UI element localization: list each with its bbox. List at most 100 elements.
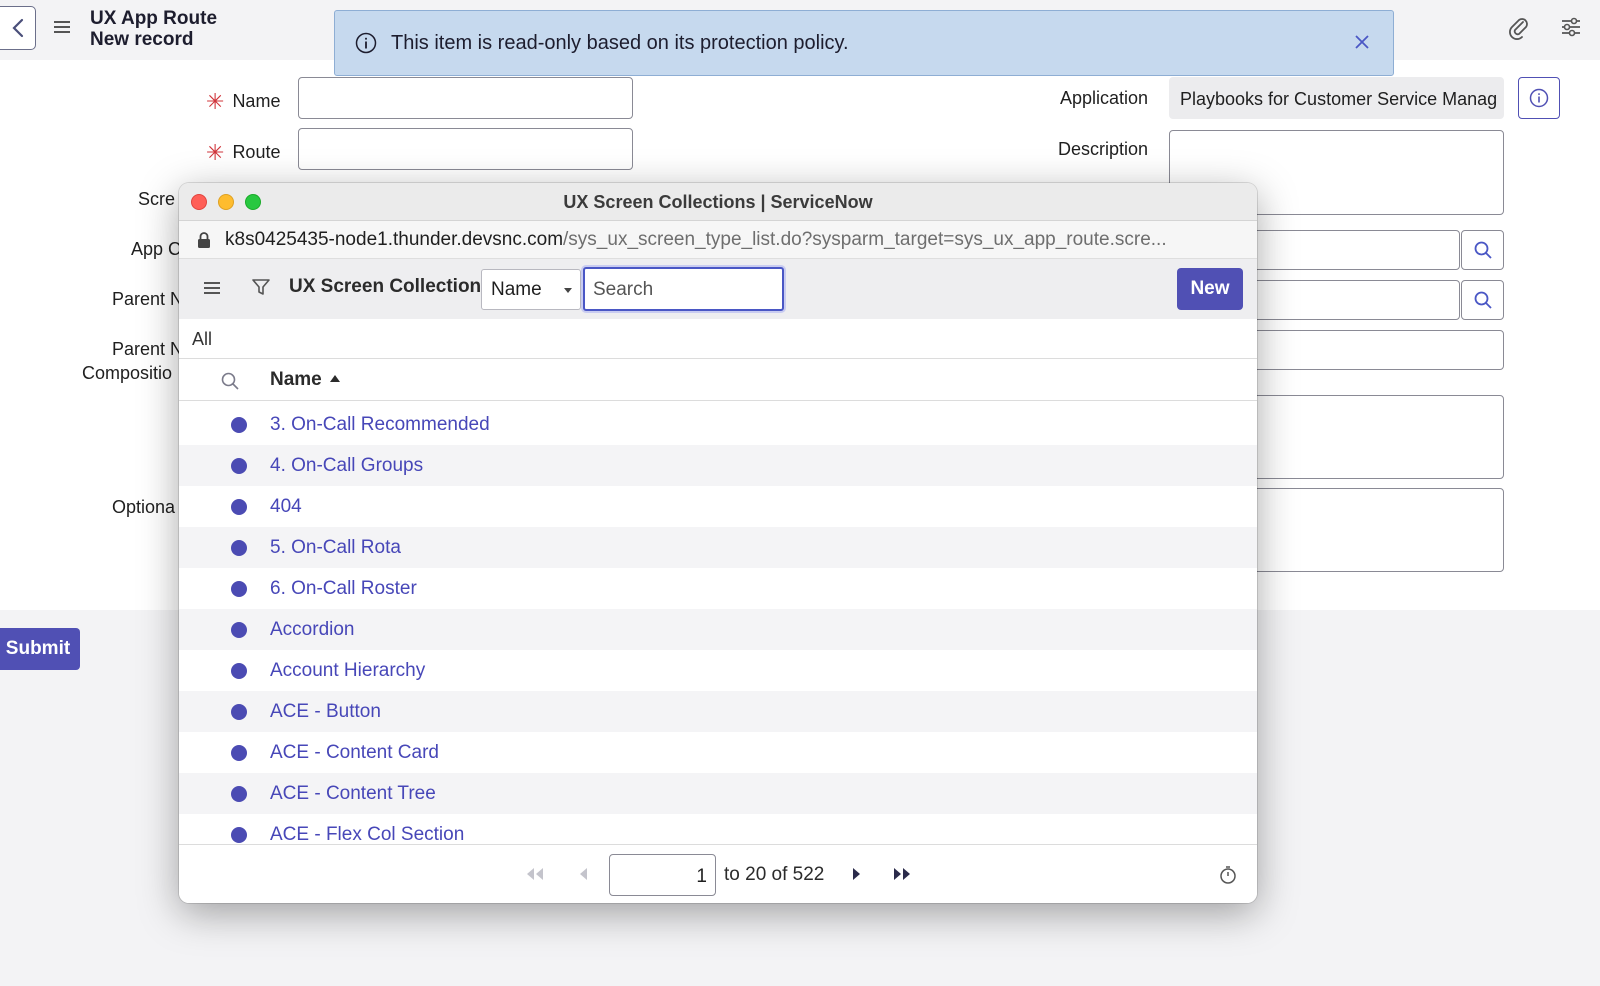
- filter-icon[interactable]: [251, 277, 271, 297]
- optional-textarea[interactable]: [1240, 488, 1504, 572]
- record-preview-icon[interactable]: [231, 704, 247, 720]
- record-preview-icon[interactable]: [231, 581, 247, 597]
- row-name-link[interactable]: ACE - Content Tree: [270, 783, 436, 805]
- alert-message: This item is read-only based on its prot…: [391, 31, 849, 54]
- route-field[interactable]: [298, 128, 633, 170]
- application-field: Playbooks for Customer Service Manag: [1169, 77, 1504, 119]
- popup-window: UX Screen Collections | ServiceNow k8s04…: [179, 183, 1257, 903]
- record-preview-icon[interactable]: [231, 417, 247, 433]
- window-title: UX Screen Collections | ServiceNow: [563, 192, 873, 212]
- parent-macroponent-composition-field[interactable]: [1240, 330, 1504, 370]
- first-page-icon[interactable]: [526, 867, 544, 881]
- row-name-link[interactable]: ACE - Content Card: [270, 742, 439, 764]
- record-subtitle: New record: [90, 29, 194, 50]
- table-row[interactable]: ACE - Content Card: [179, 732, 1257, 773]
- page-number-input[interactable]: 1: [609, 854, 716, 896]
- record-preview-icon[interactable]: [231, 499, 247, 515]
- list-toolbar: UX Screen Collections Name Search New: [179, 259, 1257, 319]
- record-preview-icon[interactable]: [231, 827, 247, 843]
- paperclip-icon[interactable]: [1508, 16, 1530, 40]
- search-icon: [1474, 241, 1492, 259]
- header-actions: [1508, 16, 1582, 40]
- column-header-name[interactable]: Name: [270, 369, 340, 391]
- record-preview-icon[interactable]: [231, 663, 247, 679]
- chevron-down-icon: [564, 288, 572, 293]
- previous-page-icon[interactable]: [578, 867, 588, 881]
- route-label: ✳ Route: [206, 140, 281, 165]
- parent-field[interactable]: [1240, 280, 1460, 320]
- url-bar[interactable]: k8s0425435-node1.thunder.devsnc.com/sys_…: [179, 221, 1257, 259]
- description-label: Description: [1058, 139, 1149, 159]
- last-page-icon[interactable]: [893, 867, 911, 881]
- list-title: UX Screen Collections: [289, 276, 492, 297]
- optional-label: Optiona: [112, 497, 176, 517]
- pagination-footer: 1 to 20 of 522: [179, 844, 1257, 903]
- composition-textarea[interactable]: [1240, 395, 1504, 479]
- table-row[interactable]: 4. On-Call Groups: [179, 445, 1257, 486]
- back-button[interactable]: [0, 6, 36, 50]
- app-config-lookup-button[interactable]: [1461, 230, 1504, 270]
- record-preview-icon[interactable]: [231, 622, 247, 638]
- search-icon: [1474, 291, 1492, 309]
- record-preview-icon[interactable]: [231, 786, 247, 802]
- next-page-icon[interactable]: [852, 867, 862, 881]
- search-field-select-value: Name: [491, 279, 542, 300]
- info-button[interactable]: [1518, 77, 1560, 119]
- search-field-select[interactable]: Name: [481, 269, 581, 310]
- row-name-link[interactable]: 6. On-Call Roster: [270, 578, 417, 600]
- hamburger-icon[interactable]: [54, 20, 70, 34]
- chevron-left-icon: [12, 18, 24, 38]
- application-label: Application: [1060, 88, 1149, 108]
- info-icon: [355, 32, 377, 54]
- app-config-field[interactable]: [1240, 230, 1460, 270]
- search-input[interactable]: Search: [583, 267, 784, 311]
- table-row[interactable]: ACE - Flex Col Section: [179, 814, 1257, 844]
- record-preview-icon[interactable]: [231, 745, 247, 761]
- submit-button[interactable]: Submit: [0, 628, 80, 670]
- required-icon: ✳: [206, 89, 225, 114]
- table-row[interactable]: 3. On-Call Recommended: [179, 404, 1257, 445]
- table-row[interactable]: 6. On-Call Roster: [179, 568, 1257, 609]
- app-config-label: App C: [131, 239, 182, 259]
- stopwatch-icon[interactable]: [1219, 865, 1237, 885]
- read-only-alert: This item is read-only based on its prot…: [334, 10, 1394, 76]
- table-row[interactable]: 404: [179, 486, 1257, 527]
- info-icon: [1529, 88, 1549, 108]
- name-field[interactable]: [298, 77, 633, 119]
- row-name-link[interactable]: 4. On-Call Groups: [270, 455, 423, 477]
- row-name-link[interactable]: 3. On-Call Recommended: [270, 414, 490, 436]
- table-row[interactable]: Accordion: [179, 609, 1257, 650]
- screen-label: Scre: [138, 189, 176, 209]
- search-icon[interactable]: [221, 372, 239, 390]
- breadcrumb-all[interactable]: All: [192, 329, 212, 349]
- row-name-link[interactable]: ACE - Flex Col Section: [270, 824, 464, 844]
- composition-label: Compositio: [82, 363, 173, 383]
- new-button[interactable]: New: [1177, 268, 1243, 310]
- record-preview-icon[interactable]: [231, 458, 247, 474]
- table-row[interactable]: Account Hierarchy: [179, 650, 1257, 691]
- settings-sliders-icon[interactable]: [1560, 16, 1582, 38]
- url-path: /sys_ux_screen_type_list.do?sysparm_targ…: [563, 229, 1167, 250]
- url-host: k8s0425435-node1.thunder.devsnc.com: [225, 229, 564, 250]
- row-name-link[interactable]: 5. On-Call Rota: [270, 537, 401, 559]
- row-name-link[interactable]: Accordion: [270, 619, 355, 641]
- required-icon: ✳: [206, 140, 225, 165]
- table-header: Name: [179, 359, 1257, 401]
- record-title: UX App Route New record: [90, 8, 217, 50]
- sort-ascending-icon: [329, 375, 340, 382]
- breadcrumb: All: [179, 319, 1257, 359]
- record-preview-icon[interactable]: [231, 540, 247, 556]
- close-icon[interactable]: [1353, 33, 1371, 51]
- window-titlebar: UX Screen Collections | ServiceNow: [179, 183, 1257, 221]
- table-row[interactable]: ACE - Content Tree: [179, 773, 1257, 814]
- row-name-link[interactable]: Account Hierarchy: [270, 660, 425, 682]
- parent-macroponent-label: Parent N: [112, 339, 184, 359]
- row-name-link[interactable]: 404: [270, 496, 302, 518]
- page-range-text: to 20 of 522: [724, 864, 825, 885]
- row-name-link[interactable]: ACE - Button: [270, 701, 381, 723]
- parent-lookup-button[interactable]: [1461, 280, 1504, 320]
- parent-label: Parent N: [112, 289, 184, 309]
- table-row[interactable]: 5. On-Call Rota: [179, 527, 1257, 568]
- hamburger-icon[interactable]: [204, 281, 220, 295]
- table-row[interactable]: ACE - Button: [179, 691, 1257, 732]
